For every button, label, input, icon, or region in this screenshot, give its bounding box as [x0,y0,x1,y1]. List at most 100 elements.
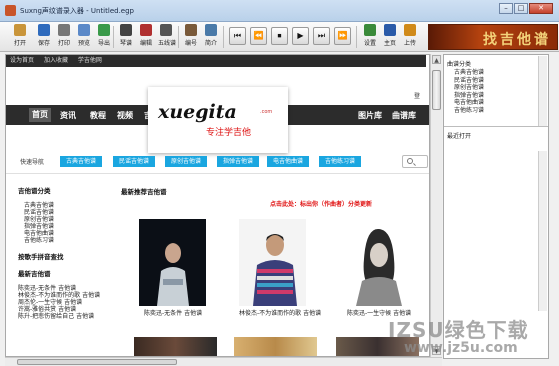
watermark-url: www.jz5u.com [404,340,518,356]
set-home-link[interactable]: 设为首页 [10,57,34,64]
print-button[interactable]: 打印 [56,24,72,47]
printer-icon [58,24,70,36]
singer-photo-icon [239,219,306,306]
update-notice-link[interactable]: 点击此处：标出你（作曲者）分类更新 [270,199,372,208]
close-button[interactable]: ✕ [529,3,553,14]
tag-classical[interactable]: 古典吉他谱 [60,156,102,167]
login-text[interactable]: 登 [414,91,420,100]
home-icon [384,24,396,36]
scroll-up-arrow[interactable]: ▲ [432,55,441,64]
scroll-thumb[interactable] [432,70,441,110]
singer-search-heading[interactable]: 按歌手拼音查找 [18,251,108,261]
latest-item[interactable]: 陈升-把悲伤留给自己 吉他谱 [18,313,108,320]
quick-nav: 快速导航 古典吉他谱 民谣吉他谱 原创吉他谱 指弹吉他谱 电吉他曲谱 吉他练习谱 [6,153,429,171]
divider [6,173,429,174]
maximize-button[interactable]: □ [514,3,528,14]
latest-item[interactable]: 周杰伦-一生守候 吉他谱 [18,299,108,306]
toolbar-separator [223,26,224,48]
upload-button[interactable]: 上传 [402,24,418,47]
category-item[interactable]: 指弹吉他谱 [18,223,108,230]
menu-tutorial[interactable]: 教程 [90,110,106,121]
tree-item[interactable]: 原创吉他谱 [454,84,484,92]
tree-item[interactable]: 民谣吉他谱 [454,77,484,85]
latest-heading: 最新吉他谱 [18,270,51,278]
artist-photo[interactable] [344,219,411,306]
staff-icon [160,24,172,36]
preview-icon [78,24,90,36]
next-button[interactable]: ⏭ [313,27,330,45]
add-favorite-link[interactable]: 加入收藏 [44,57,68,64]
title-bar: Suxng声纹谱录入器 - Untitled.egp – □ ✕ [0,0,559,22]
home-button[interactable]: 主页 [382,24,398,47]
tree-item[interactable]: 电吉他曲谱 [454,99,484,107]
gear-icon [364,24,376,36]
toolbar-separator [178,26,179,48]
site-link[interactable]: 学吉他网 [78,57,102,64]
tree-item[interactable]: 古典吉他谱 [454,69,484,77]
category-item[interactable]: 原创吉他谱 [18,216,108,223]
logo-com: .com [260,109,273,115]
photo-caption[interactable]: 陈奕迅-无条件 吉他谱 [144,308,202,317]
tag-original[interactable]: 原创吉他谱 [165,156,207,167]
artist-photo[interactable] [239,219,306,306]
edit-button[interactable]: 编辑 [138,24,154,47]
horizontal-scrollbar[interactable] [5,357,442,366]
menu-video[interactable]: 视频 [117,110,133,121]
tag-folk[interactable]: 民谣吉他谱 [113,156,155,167]
photo-caption[interactable]: 林俊杰-不为谁而作的歌 吉他谱 [239,308,321,317]
latest-item[interactable]: 林俊杰-不为谁而作的歌 吉他谱 [18,292,108,299]
menu-tabs[interactable]: 曲谱库 [392,110,416,121]
thumbnail-image[interactable] [234,337,317,356]
recent-scrollbar[interactable] [538,151,547,311]
export-icon [98,24,110,36]
scroll-thumb-horizontal[interactable] [17,359,177,365]
site-search-button[interactable] [402,155,428,168]
window-controls: – □ ✕ [499,3,553,14]
stop-button[interactable]: ⏹ [271,27,288,45]
latest-item[interactable]: 陈奕迅-无条件 吉他谱 [18,285,108,292]
menu-home[interactable]: 首页 [29,108,51,122]
singer-photo-icon [139,219,206,306]
tag-fingerstyle[interactable]: 指弹吉他谱 [217,156,259,167]
tag-electric[interactable]: 电吉他曲谱 [267,156,309,167]
category-tree: 古典吉他谱 民谣吉他谱 原创吉他谱 指弹吉他谱 电吉他曲谱 吉他练习谱 [454,69,484,114]
minimize-button[interactable]: – [499,3,513,14]
window-edge [549,54,559,366]
menu-news[interactable]: 资讯 [60,110,76,121]
score-button[interactable]: 琴谱 [118,24,134,47]
play-button[interactable]: ▶ [292,27,309,45]
number-button[interactable]: 编号 [183,24,199,47]
artist-photo[interactable] [139,219,206,306]
toolbar-separator [113,26,114,48]
category-item[interactable]: 民谣吉他谱 [18,209,108,216]
staff-button[interactable]: 五线谱 [158,24,176,47]
menu-photos[interactable]: 图片库 [358,110,382,121]
intro-button[interactable]: 简介 [203,24,219,47]
save-button[interactable]: 保存 [36,24,52,47]
open-button[interactable]: 打开 [12,24,28,47]
toolbar-separator [356,26,357,48]
promo-banner[interactable]: 找吉他谱 [428,24,558,50]
tree-item[interactable]: 指弹吉他谱 [454,92,484,100]
last-button[interactable]: ⏩ [334,27,351,45]
panel-scrollbar[interactable] [538,56,547,126]
left-column: 吉他谱分类 古典吉他谱 民谣吉他谱 原创吉他谱 指弹吉他谱 电吉他曲谱 吉他练习… [18,185,108,320]
category-item[interactable]: 古典吉他谱 [18,202,108,209]
search-icon [407,158,413,164]
singer-photo-icon [344,219,411,306]
recent-heading: 最近打开 [447,133,472,140]
export-button[interactable]: 导出 [96,24,112,47]
score-icon [120,24,132,36]
thumbnail-image[interactable] [134,337,217,356]
category-item[interactable]: 吉他练习谱 [18,237,108,244]
prev-button[interactable]: ⏪ [250,27,267,45]
first-button[interactable]: ⏮ [229,27,246,45]
settings-button[interactable]: 设置 [362,24,378,47]
category-item[interactable]: 电吉他曲谱 [18,230,108,237]
tag-practice[interactable]: 吉他练习谱 [319,156,361,167]
logo-text: xuegita [158,101,237,123]
preview-button[interactable]: 预览 [76,24,92,47]
tree-item[interactable]: 吉他练习谱 [454,107,484,115]
latest-item[interactable]: 许嵩-雅俗共赏 吉他谱 [18,306,108,313]
site-logo[interactable]: xuegita .com 专注学吉他 [148,87,288,153]
